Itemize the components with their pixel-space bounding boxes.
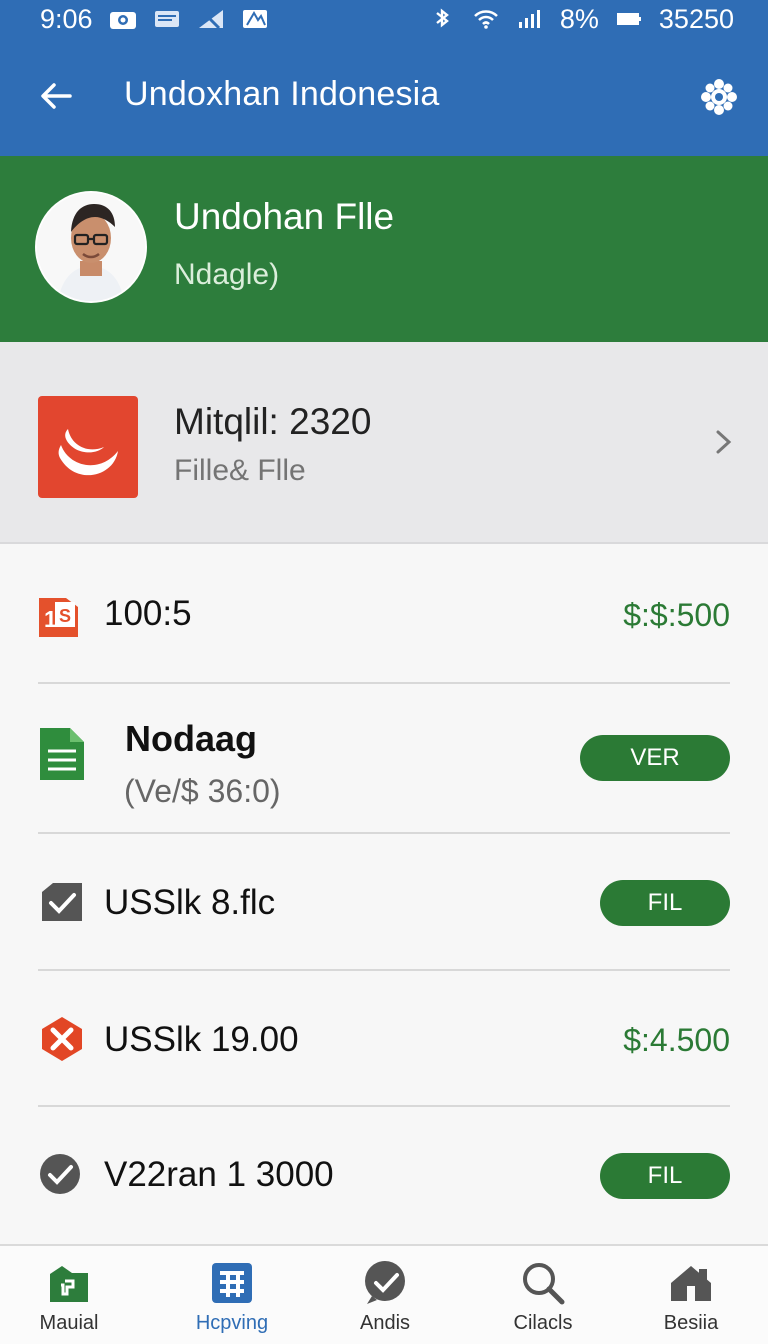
page-title: Undoxhan Indonesia [124,75,440,113]
search-icon [518,1258,568,1308]
settings-button[interactable] [698,76,740,118]
battery-percent: 8% [559,3,599,34]
list-item[interactable]: Nodaag (Ve/$ 36:0) VER [38,684,730,834]
folder-icon [44,1258,94,1308]
bluetooth-icon [428,8,456,30]
svg-text:S: S [59,606,71,626]
status-bar: 9:06 8% 35250 [0,0,768,38]
bottom-navigation: Mauial Hcpving Andis Cilacls Besiia [0,1244,768,1344]
app-bar: Undoxhan Indonesia [0,38,768,156]
back-arrow-icon [41,83,72,109]
row-title: USSlk 8.flc [104,883,276,922]
amount-value: $:$:500 [623,597,730,633]
list-item[interactable]: V22ran 1 3000 FIL [38,1107,730,1244]
battery-icon [615,8,643,30]
image-icon [241,8,269,30]
nav-item-cilacls[interactable]: Cilacls [478,1258,608,1338]
avatar [35,191,147,303]
wifi-icon [472,8,500,30]
grid-icon [207,1258,257,1308]
message-icon [153,8,181,30]
gear-icon [701,79,737,115]
chevron-right-icon [716,430,732,454]
svg-text:1: 1 [44,606,57,632]
nav-label: Hcpving [195,1312,269,1334]
row-title: USSlk 19.00 [104,1020,299,1059]
profile-name: Undohan Flle [174,196,395,237]
row-subtitle: (Ve/$ 36:0) [124,773,281,809]
nav-item-besiia[interactable]: Besiia [626,1258,756,1338]
featured-subtitle: Fille& Flle [174,454,306,487]
status-extra: 35250 [658,3,734,34]
check-circle-icon [360,1258,410,1308]
check-icon [38,878,86,926]
row-title: Nodaag [125,718,258,759]
nav-item-andis[interactable]: Andis [320,1258,450,1338]
featured-title: Mitqlil: 2320 [174,401,372,442]
fil-button[interactable]: FIL [600,880,730,926]
profile-header: Undohan Flle Ndagle) [0,156,768,342]
profile-subtitle: Ndagle) [174,258,280,291]
back-button[interactable] [34,74,78,118]
file-app-icon [38,396,138,498]
nav-label: Besiia [663,1312,719,1334]
nav-label: Andis [359,1312,411,1334]
camera-icon [109,8,137,30]
check-circle-icon [38,1150,86,1198]
spreadsheet-icon [38,726,86,782]
nav-item-hcpving[interactable]: Hcpving [167,1258,297,1338]
list-item[interactable]: USSlk 8.flc FIL [38,834,730,971]
amount-value: $:4.500 [623,1022,730,1058]
row-title: 100:5 [104,594,192,633]
status-time: 9:06 [40,3,93,34]
featured-file-card[interactable]: Mitqlil: 2320 Fille& Flle [0,342,768,544]
close-icon [38,1015,86,1063]
list-item[interactable]: USSlk 19.00 $:4.500 [38,971,730,1107]
document-icon: 1 S [34,590,86,642]
row-title: V22ran 1 3000 [104,1155,334,1194]
nav-label: Cilacls [513,1312,573,1334]
home-icon [666,1258,716,1308]
fil-button[interactable]: FIL [600,1153,730,1199]
no-signal-icon [197,8,225,30]
transaction-list: 1 S 100:5 $:$:500 Nodaag (Ve/$ 36:0) VER… [0,544,768,1244]
list-item[interactable]: 1 S 100:5 $:$:500 [38,544,730,684]
ver-button[interactable]: VER [580,735,730,781]
nav-item-mauial[interactable]: Mauial [4,1258,134,1338]
signal-icon [516,8,544,30]
nav-label: Mauial [39,1312,99,1334]
